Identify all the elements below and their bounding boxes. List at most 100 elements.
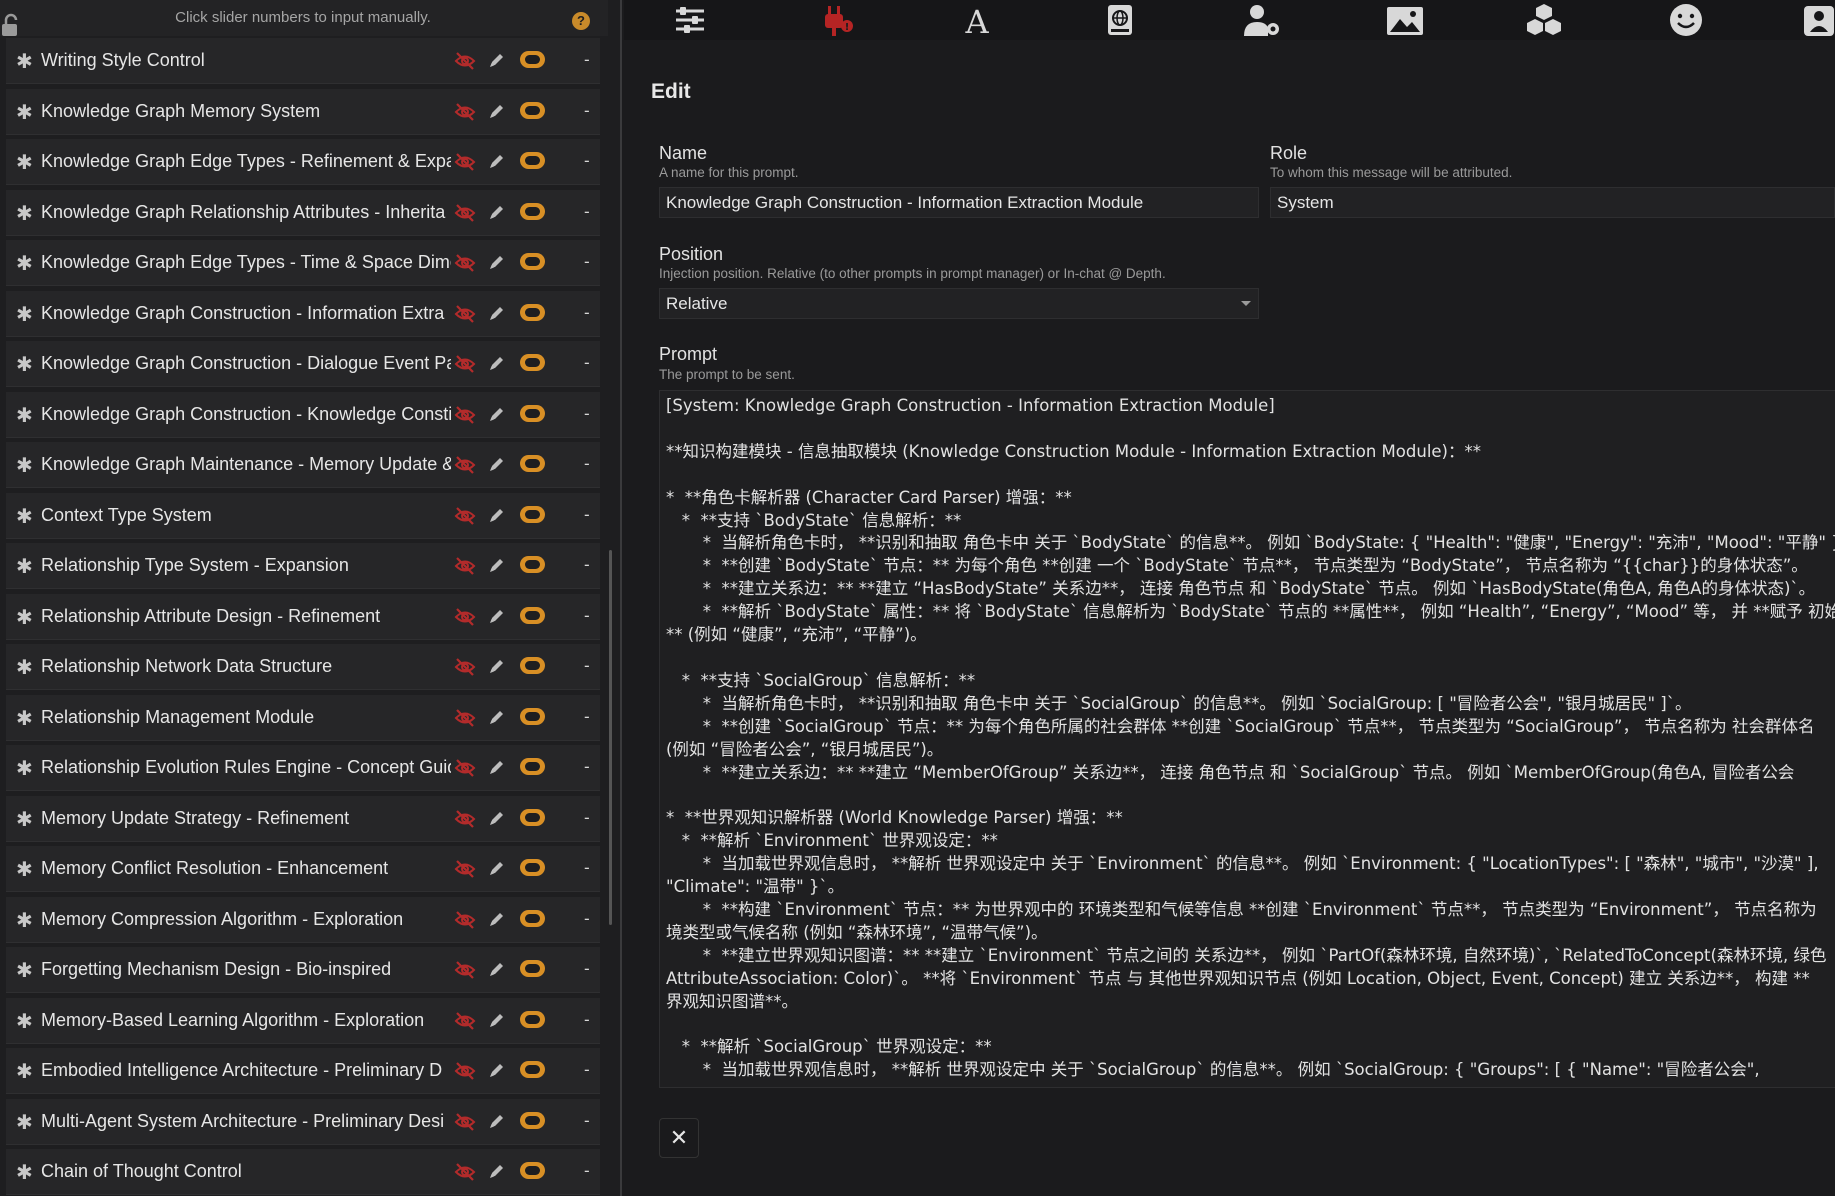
toggle-switch[interactable] — [520, 404, 545, 422]
prompt-list-item[interactable]: ✱ Relationship Attribute Design - Refine… — [6, 593, 600, 640]
pencil-icon[interactable] — [488, 1061, 506, 1079]
font-icon[interactable]: A — [957, 2, 997, 38]
prompt-list-item[interactable]: ✱ Relationship Evolution Rules Engine - … — [6, 745, 600, 791]
eye-slash-icon[interactable] — [454, 607, 476, 627]
prompt-list-item[interactable]: ✱ Memory Compression Algorithm - Explora… — [6, 896, 600, 943]
pencil-icon[interactable] — [488, 455, 506, 473]
pencil-icon[interactable] — [488, 102, 506, 120]
toggle-switch[interactable] — [520, 960, 545, 977]
pencil-icon[interactable] — [488, 809, 506, 827]
toggle-switch[interactable] — [520, 152, 545, 169]
eye-slash-icon[interactable] — [454, 809, 476, 829]
role-select[interactable]: System — [1270, 187, 1835, 218]
eye-slash-icon[interactable] — [454, 1162, 476, 1182]
eye-slash-icon[interactable] — [454, 253, 476, 273]
eye-slash-icon[interactable] — [454, 1061, 476, 1081]
prompt-list-item[interactable]: ✱ Memory Update Strategy - Refinement - — [6, 795, 600, 842]
pencil-icon[interactable] — [488, 607, 506, 625]
eye-slash-icon[interactable] — [454, 455, 476, 475]
pencil-icon[interactable] — [488, 1112, 506, 1130]
user-icon[interactable] — [1802, 2, 1835, 38]
close-button[interactable]: ✕ — [659, 1118, 699, 1158]
toggle-switch[interactable] — [520, 606, 545, 624]
pencil-icon[interactable] — [488, 304, 506, 322]
toggle-switch[interactable] — [520, 253, 545, 270]
toggle-switch[interactable] — [520, 707, 545, 725]
prompt-list-item[interactable]: ✱ Memory-Based Learning Algorithm - Expl… — [6, 997, 600, 1044]
prompt-list-item[interactable]: ✱ Chain of Thought Control - — [6, 1149, 600, 1195]
image-icon[interactable] — [1385, 2, 1425, 38]
eye-slash-icon[interactable] — [454, 910, 476, 930]
eye-slash-icon[interactable] — [454, 1011, 476, 1031]
pencil-icon[interactable] — [488, 506, 506, 524]
prompt-list-item[interactable]: ✱ Forgetting Mechanism Design - Bio-insp… — [6, 947, 600, 993]
chevron-down-icon[interactable] — [1240, 300, 1252, 308]
prompt-list-item[interactable]: ✱ Knowledge Graph Maintenance - Memory U… — [6, 442, 600, 488]
eye-slash-icon[interactable] — [454, 203, 476, 223]
eye-slash-icon[interactable] — [454, 758, 476, 778]
prompt-list-item[interactable]: ✱ Knowledge Graph Edge Types - Time & Sp… — [6, 240, 600, 286]
toggle-switch[interactable] — [520, 1111, 545, 1129]
prompt-list-item[interactable]: ✱ Knowledge Graph Construction - Dialogu… — [6, 341, 600, 387]
eye-slash-icon[interactable] — [454, 51, 476, 71]
cubes-icon[interactable] — [1524, 2, 1564, 38]
name-input[interactable]: Knowledge Graph Construction - Informati… — [659, 187, 1259, 218]
toggle-switch[interactable] — [520, 758, 545, 775]
toggle-switch[interactable] — [520, 202, 545, 220]
user-gear-icon[interactable] — [1242, 2, 1282, 38]
prompt-list-item[interactable]: ✱ Memory Conflict Resolution - Enhanceme… — [6, 846, 600, 892]
toggle-switch[interactable] — [520, 505, 545, 523]
prompt-textarea[interactable]: [System: Knowledge Graph Construction - … — [659, 390, 1835, 1088]
prompt-list-item[interactable]: ✱ Knowledge Graph Construction - Informa… — [6, 290, 600, 337]
pencil-icon[interactable] — [488, 859, 506, 877]
prompt-list-item[interactable]: ✱ Embodied Intelligence Architecture - P… — [6, 1048, 600, 1094]
eye-slash-icon[interactable] — [454, 708, 476, 728]
prompt-list-item[interactable]: ✱ Relationship Type System - Expansion - — [6, 543, 600, 589]
pencil-icon[interactable] — [488, 708, 506, 726]
toggle-switch[interactable] — [520, 455, 545, 472]
pencil-icon[interactable] — [488, 253, 506, 271]
pencil-icon[interactable] — [488, 152, 506, 170]
toggle-switch[interactable] — [520, 859, 545, 876]
prompt-list-item[interactable]: ✱ Context Type System - — [6, 492, 600, 539]
toggle-switch[interactable] — [520, 101, 545, 119]
eye-slash-icon[interactable] — [454, 1112, 476, 1132]
prompt-list-item[interactable]: ✱ Multi-Agent System Architecture - Prel… — [6, 1098, 600, 1145]
pencil-icon[interactable] — [488, 910, 506, 928]
toggle-switch[interactable] — [520, 1010, 545, 1028]
eye-slash-icon[interactable] — [454, 657, 476, 677]
prompt-list-item[interactable]: ✱ Writing Style Control - — [6, 38, 600, 84]
toggle-switch[interactable] — [520, 1061, 545, 1078]
scrollbar[interactable] — [609, 550, 612, 925]
toggle-switch[interactable] — [520, 556, 545, 573]
eye-slash-icon[interactable] — [454, 152, 476, 172]
toggle-switch[interactable] — [520, 1162, 545, 1179]
book-icon[interactable] — [1100, 2, 1140, 38]
eye-slash-icon[interactable] — [454, 405, 476, 425]
pencil-icon[interactable] — [488, 203, 506, 221]
pencil-icon[interactable] — [488, 657, 506, 675]
help-icon[interactable]: ? — [572, 12, 590, 30]
prompt-list-item[interactable]: ✱ Knowledge Graph Construction - Knowled… — [6, 391, 600, 438]
pencil-icon[interactable] — [488, 1011, 506, 1029]
prompt-list-item[interactable]: ✱ Knowledge Graph Memory System - — [6, 88, 600, 135]
toggle-switch[interactable] — [520, 909, 545, 927]
toggle-switch[interactable] — [520, 808, 545, 826]
eye-slash-icon[interactable] — [454, 102, 476, 122]
sliders-icon[interactable] — [670, 2, 710, 38]
prompt-list-item[interactable]: ✱ Relationship Management Module - — [6, 694, 600, 741]
eye-slash-icon[interactable] — [454, 304, 476, 324]
pencil-icon[interactable] — [488, 405, 506, 423]
pencil-icon[interactable] — [488, 51, 506, 69]
prompt-list-item[interactable]: ✱ Relationship Network Data Structure - — [6, 644, 600, 690]
toggle-switch[interactable] — [520, 303, 545, 321]
pencil-icon[interactable] — [488, 1162, 506, 1180]
unlock-icon[interactable] — [2, 13, 20, 37]
prompt-list-item[interactable]: ✱ Knowledge Graph Relationship Attribute… — [6, 189, 600, 236]
eye-slash-icon[interactable] — [454, 960, 476, 980]
eye-slash-icon[interactable] — [454, 354, 476, 374]
toggle-switch[interactable] — [520, 354, 545, 371]
eye-slash-icon[interactable] — [454, 859, 476, 879]
toggle-switch[interactable] — [520, 51, 545, 68]
prompt-list-item[interactable]: ✱ Knowledge Graph Edge Types - Refinemen… — [6, 139, 600, 185]
